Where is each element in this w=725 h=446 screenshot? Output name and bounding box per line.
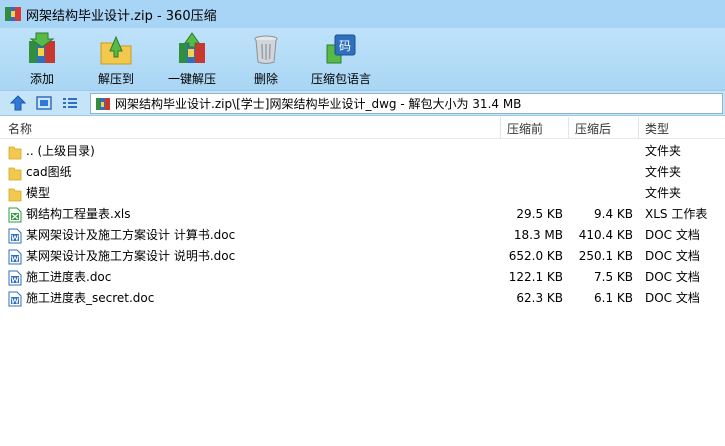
add-label: 添加 (29, 72, 54, 86)
file-list[interactable]: 名称 压缩前 压缩后 类型 .. (上级目录) 文件夹 cad图纸 文件夹 模型 文件夹钢… (0, 117, 725, 446)
file-type: DOC 文档 (645, 228, 700, 242)
file-name-cell: cad图纸 (8, 162, 72, 183)
column-header-name[interactable]: 名称 (0, 117, 500, 139)
doc-file-icon (8, 228, 22, 244)
file-compressed-size: 410.4 KB (578, 228, 633, 242)
file-type: 文件夹 (645, 165, 682, 179)
file-name: 某网架设计及施工方案设计 说明书.doc (26, 249, 236, 263)
file-name-cell: 钢结构工程量表.xls (8, 204, 131, 225)
file-packed-size (500, 141, 563, 162)
one-click-extract-label: 一键解压 (167, 72, 216, 86)
file-name: 模型 (26, 186, 51, 200)
add-button[interactable]: 添加 (22, 28, 62, 90)
file-row[interactable]: 某网架设计及施工方案设计 计算书.doc 18.3 MB 410.4 KB DOC 文… (0, 225, 725, 246)
file-compressed-size: 9.4 KB (594, 207, 633, 221)
file-packed-size (500, 162, 563, 183)
file-name-cell: 模型 (8, 183, 50, 204)
address-bar: 网架结构毕业设计.zip\[学士]网架结构毕业设计_dwg - 解包大小为 31… (0, 90, 725, 116)
file-compressed-size: 7.5 KB (594, 270, 633, 284)
file-name-cell: 施工进度表.doc (8, 267, 111, 288)
details-view-icon[interactable] (61, 95, 79, 111)
file-name-cell: .. (上级目录) (8, 141, 95, 162)
title-bar: 网架结构毕业设计.zip - 360压缩 (0, 0, 725, 28)
file-compressed-size: 250.1 KB (578, 249, 633, 263)
column-header-packed[interactable]: 压缩前 (500, 117, 568, 139)
column-header-type[interactable]: 类型 (638, 117, 725, 139)
file-type: XLS 工作表 (645, 207, 708, 221)
list-header: 名称 压缩前 压缩后 类型 (0, 117, 725, 139)
zip-icon (96, 97, 110, 110)
doc-file-icon (8, 270, 22, 286)
one-click-extract-button[interactable]: 一键解压 (166, 28, 218, 90)
doc-file-icon (8, 291, 22, 307)
file-type: 文件夹 (645, 144, 682, 158)
file-name: 钢结构工程量表.xls (26, 207, 131, 221)
file-name: .. (上级目录) (26, 144, 95, 158)
file-name: cad图纸 (26, 165, 72, 179)
delete-label: 删除 (253, 72, 278, 86)
add-icon (29, 32, 55, 63)
folder-icon (8, 144, 22, 160)
file-packed-size: 29.5 KB (516, 207, 563, 221)
column-header-size[interactable]: 压缩后 (568, 117, 638, 139)
file-name: 施工进度表.doc (26, 270, 112, 284)
xls-file-icon (8, 207, 22, 223)
doc-file-icon (8, 249, 22, 265)
file-packed-size: 62.3 KB (516, 291, 563, 305)
file-row[interactable]: 某网架设计及施工方案设计 说明书.doc 652.0 KB 250.1 KB DOC … (0, 246, 725, 267)
file-type: DOC 文档 (645, 270, 700, 284)
file-compressed-size (570, 183, 633, 204)
archive-language-label: 压缩包语言 (310, 72, 371, 86)
delete-button[interactable]: 删除 (246, 28, 286, 90)
file-row[interactable]: 施工进度表_secret.doc 62.3 KB 6.1 KB DOC 文档 (0, 288, 725, 309)
extract-to-label: 解压到 (97, 72, 134, 86)
extract-to-button[interactable]: 解压到 (96, 28, 136, 90)
file-packed-size: 122.1 KB (508, 270, 563, 284)
svg-text:码: 码 (339, 39, 351, 53)
file-name-cell: 某网架设计及施工方案设计 说明书.doc (8, 246, 235, 267)
archive-app-icon (5, 7, 21, 21)
large-icons-view-icon[interactable] (35, 95, 53, 111)
file-row[interactable]: .. (上级目录) 文件夹 (0, 141, 725, 162)
path-field[interactable]: 网架结构毕业设计.zip\[学士]网架结构毕业设计_dwg - 解包大小为 31… (90, 93, 723, 114)
file-type: DOC 文档 (645, 291, 700, 305)
file-row[interactable]: 模型 文件夹 (0, 183, 725, 204)
file-name: 某网架设计及施工方案设计 计算书.doc (26, 228, 236, 242)
trash-icon (254, 35, 278, 64)
file-row[interactable]: 钢结构工程量表.xls 29.5 KB 9.4 KB XLS 工作表 (0, 204, 725, 225)
file-name-cell: 施工进度表_secret.doc (8, 288, 154, 309)
one-click-extract-icon (179, 32, 205, 63)
file-packed-size: 652.0 KB (508, 249, 563, 263)
path-text: 网架结构毕业设计.zip\[学士]网架结构毕业设计_dwg - 解包大小为 31… (115, 97, 522, 111)
folder-icon (8, 165, 22, 181)
file-packed-size (500, 183, 563, 204)
archive-window: 网架结构毕业设计.zip - 360压缩 添加 解压到 一键解压 删除 码 压缩… (0, 0, 725, 446)
file-packed-size: 18.3 MB (513, 228, 563, 242)
file-compressed-size (570, 141, 633, 162)
file-row[interactable]: cad图纸 文件夹 (0, 162, 725, 183)
extract-folder-icon (100, 35, 132, 65)
window-title: 网架结构毕业设计.zip - 360压缩 (26, 8, 217, 24)
folder-icon (8, 186, 22, 202)
file-type: DOC 文档 (645, 249, 700, 263)
file-compressed-size (570, 162, 633, 183)
up-arrow-icon[interactable] (9, 95, 27, 111)
file-compressed-size: 6.1 KB (594, 291, 633, 305)
file-row[interactable]: 施工进度表.doc 122.1 KB 7.5 KB DOC 文档 (0, 267, 725, 288)
file-type: 文件夹 (645, 186, 682, 200)
file-name: 施工进度表_secret.doc (26, 291, 155, 305)
file-name-cell: 某网架设计及施工方案设计 计算书.doc (8, 225, 235, 246)
encoding-icon: 码 (326, 34, 356, 64)
archive-language-button[interactable]: 码 压缩包语言 (309, 28, 373, 90)
toolbar: 添加 解压到 一键解压 删除 码 压缩包语言 (0, 28, 725, 90)
